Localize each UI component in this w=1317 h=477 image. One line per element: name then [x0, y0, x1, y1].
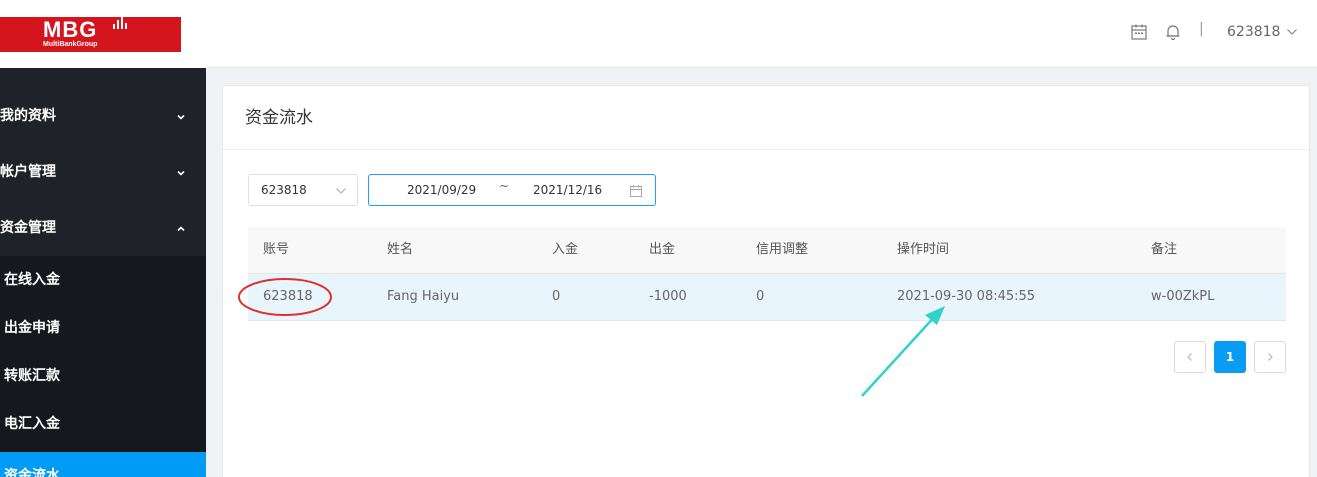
cell-withdrawal: -1000 [649, 289, 687, 304]
column-header-remark: 备注 [1151, 242, 1178, 257]
logo-bars-icon [113, 17, 127, 29]
page-button-current[interactable]: 1 [1214, 341, 1246, 373]
cell-deposit: 0 [552, 289, 561, 304]
chevron-down-icon [336, 188, 346, 194]
bell-icon[interactable] [1164, 23, 1182, 41]
column-header-withdrawal: 出金 [649, 242, 676, 257]
sidebar-item-label: 转账汇款 [4, 368, 60, 384]
cell-remark: w-00ZkPL [1151, 289, 1215, 304]
calendar-icon[interactable] [629, 184, 643, 198]
table-header: 账号 姓名 入金 出金 信用调整 操作时间 备注 [248, 227, 1286, 273]
sidebar-item-label: 资金流水 [4, 468, 60, 477]
user-account-menu[interactable]: 623818 [1227, 22, 1280, 42]
funds-submenu: 在线入金 出金申请 转账汇款 电汇入金 资金流水 [0, 256, 206, 477]
sidebar-item-withdrawal-request[interactable]: 出金申请 [0, 304, 206, 352]
page-title: 资金流水 [245, 108, 313, 128]
chevron-left-icon [1187, 353, 1192, 361]
sidebar-item-label: 资金管理 [0, 220, 56, 236]
sidebar-item-my-profile[interactable]: 我的资料 [0, 88, 206, 144]
table-row[interactable]: 623818 Fang Haiyu 0 -1000 0 2021-09-30 0… [248, 273, 1286, 321]
logo-text: MBG [43, 17, 98, 42]
logo-subtext: MultiBankGroup [43, 41, 98, 48]
fund-flow-panel: 资金流水 623818 2021/09/29 ~ 2021/12/16 账号 姓… [222, 85, 1310, 477]
header-separator: | [1199, 21, 1204, 37]
chevron-down-icon [177, 114, 185, 120]
date-start-input[interactable]: 2021/09/29 [407, 182, 476, 198]
sidebar-item-label: 电汇入金 [4, 416, 60, 432]
account-select-value: 623818 [261, 183, 307, 197]
account-select[interactable]: 623818 [248, 174, 358, 206]
column-header-credit-adjustment: 信用调整 [756, 242, 809, 257]
sidebar-item-wire-deposit[interactable]: 电汇入金 [0, 400, 206, 448]
chevron-down-icon [177, 170, 185, 176]
divider [223, 149, 1309, 150]
brand-logo[interactable]: MBG MultiBankGroup [0, 17, 181, 52]
column-header-account: 账号 [263, 242, 290, 257]
cell-operation-time: 2021-09-30 08:45:55 [897, 289, 1036, 304]
cell-credit-adjustment: 0 [756, 289, 765, 304]
sidebar-item-label: 出金申请 [4, 320, 60, 336]
sidebar-item-label: 帐户管理 [0, 164, 56, 180]
calendar-icon[interactable] [1130, 23, 1148, 41]
next-page-button[interactable] [1254, 341, 1286, 373]
date-range-picker[interactable]: 2021/09/29 ~ 2021/12/16 [368, 174, 656, 206]
sidebar-item-label: 在线入金 [4, 272, 60, 288]
sidebar-item-account-management[interactable]: 帐户管理 [0, 144, 206, 200]
prev-page-button[interactable] [1174, 341, 1206, 373]
column-header-operation-time: 操作时间 [897, 242, 950, 257]
cell-account: 623818 [263, 289, 313, 304]
sidebar-item-transfer[interactable]: 转账汇款 [0, 352, 206, 400]
sidebar-item-label: 我的资料 [0, 108, 56, 124]
chevron-up-icon [177, 226, 185, 232]
sidebar-item-fund-flow[interactable]: 资金流水 [0, 452, 206, 477]
sidebar-item-online-deposit[interactable]: 在线入金 [0, 256, 206, 304]
sidebar: MBG MultiBankGroup 我的资料 帐户管理 资金管理 在线入金 出… [0, 0, 206, 477]
chevron-right-icon [1268, 353, 1273, 361]
sidebar-item-funds-management[interactable]: 资金管理 [0, 200, 206, 256]
top-header: | 623818 [206, 0, 1317, 68]
column-header-deposit: 入金 [552, 242, 579, 257]
chevron-down-icon[interactable] [1286, 26, 1298, 38]
logo-area: MBG MultiBankGroup [0, 0, 206, 68]
date-end-input[interactable]: 2021/12/16 [533, 182, 602, 198]
cell-name: Fang Haiyu [387, 289, 460, 304]
column-header-name: 姓名 [387, 242, 414, 257]
date-range-separator: ~ [499, 179, 510, 193]
